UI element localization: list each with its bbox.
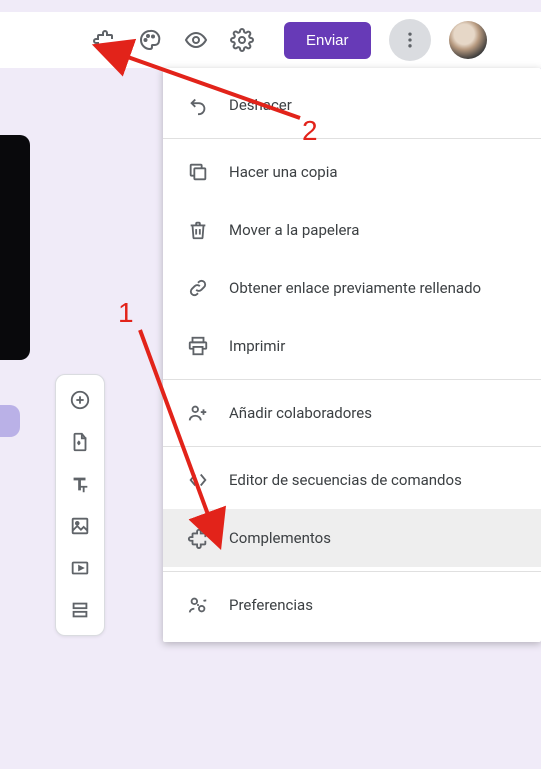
- settings-icon[interactable]: [228, 26, 256, 54]
- question-toolbox: [55, 374, 105, 636]
- menu-script-editor[interactable]: Editor de secuencias de comandos: [163, 451, 541, 509]
- menu-trash-label: Mover a la papelera: [229, 221, 359, 239]
- top-toolbar: Enviar: [0, 12, 541, 68]
- menu-print[interactable]: Imprimir: [163, 317, 541, 375]
- add-image-icon[interactable]: [69, 515, 91, 537]
- collaborators-icon: [187, 402, 209, 424]
- menu-collaborators[interactable]: Añadir colaboradores: [163, 384, 541, 442]
- menu-print-label: Imprimir: [229, 337, 285, 355]
- palette-icon[interactable]: [136, 26, 164, 54]
- preview-icon[interactable]: [182, 26, 210, 54]
- more-button[interactable]: [389, 19, 431, 61]
- annotation-label-2: 2: [302, 115, 318, 147]
- menu-preferences-label: Preferencias: [229, 596, 313, 614]
- link-icon: [187, 277, 209, 299]
- add-title-icon[interactable]: [69, 473, 91, 495]
- trash-icon: [187, 219, 209, 241]
- menu-link-label: Obtener enlace previamente rellenado: [229, 279, 481, 297]
- form-preview-stub: [0, 405, 20, 437]
- puzzle-icon: [187, 527, 209, 549]
- menu-separator: [163, 571, 541, 572]
- avatar[interactable]: [449, 21, 487, 59]
- add-question-icon[interactable]: [69, 389, 91, 411]
- menu-separator: [163, 138, 541, 139]
- menu-copy[interactable]: Hacer una copia: [163, 143, 541, 201]
- copy-icon: [187, 161, 209, 183]
- menu-link[interactable]: Obtener enlace previamente rellenado: [163, 259, 541, 317]
- add-section-icon[interactable]: [69, 599, 91, 621]
- undo-icon: [187, 94, 209, 116]
- form-preview-strip: [0, 135, 30, 360]
- print-icon: [187, 335, 209, 357]
- preferences-icon: [187, 594, 209, 616]
- menu-collaborators-label: Añadir colaboradores: [229, 404, 372, 422]
- menu-script-label: Editor de secuencias de comandos: [229, 471, 462, 489]
- more-menu: Deshacer Hacer una copia Mover a la pape…: [163, 68, 541, 642]
- import-question-icon[interactable]: [69, 431, 91, 453]
- add-video-icon[interactable]: [69, 557, 91, 579]
- menu-separator: [163, 446, 541, 447]
- menu-copy-label: Hacer una copia: [229, 163, 338, 181]
- menu-undo[interactable]: Deshacer: [163, 76, 541, 134]
- menu-trash[interactable]: Mover a la papelera: [163, 201, 541, 259]
- menu-separator: [163, 379, 541, 380]
- send-button[interactable]: Enviar: [284, 22, 371, 59]
- annotation-label-1: 1: [118, 297, 134, 329]
- script-icon: [187, 469, 209, 491]
- menu-undo-label: Deshacer: [229, 96, 292, 114]
- menu-addons[interactable]: Complementos: [163, 509, 541, 567]
- addons-icon[interactable]: [90, 26, 118, 54]
- menu-addons-label: Complementos: [229, 529, 331, 547]
- menu-preferences[interactable]: Preferencias: [163, 576, 541, 634]
